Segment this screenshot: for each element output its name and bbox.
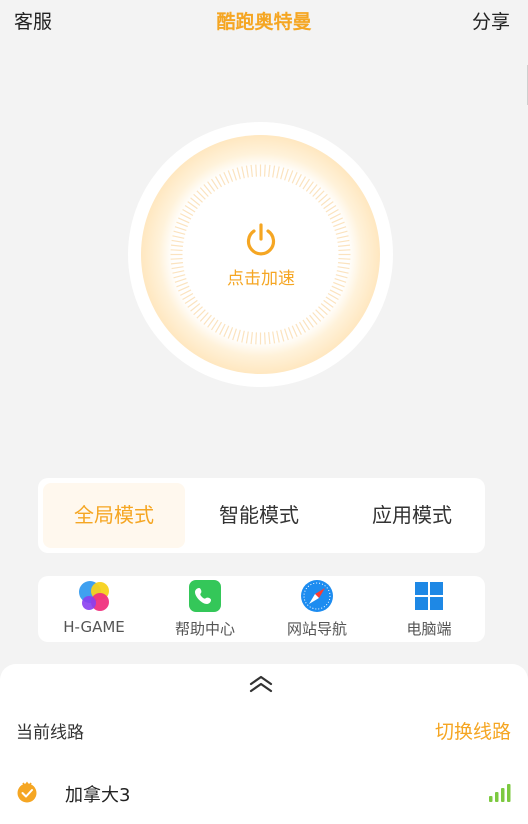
signal-strength-icon [489, 784, 511, 802]
signal-bar [501, 788, 505, 802]
chevron-up-icon[interactable] [247, 674, 275, 694]
power-icon[interactable] [243, 222, 279, 258]
route-selected-icon [17, 781, 37, 803]
route-name[interactable]: 加拿大3 [65, 781, 130, 807]
compass-icon [300, 579, 334, 613]
shortcut-desktop[interactable]: 电脑端 [373, 579, 485, 639]
shortcut-label: 网站导航 [286, 620, 347, 638]
windows-icon [412, 579, 446, 613]
shortcut-label: 电脑端 [406, 620, 452, 638]
boost-label[interactable]: 点击加速 [0, 264, 522, 289]
app-title: 酷跑奥特曼 [216, 11, 312, 33]
share-button[interactable]: 分享 [472, 7, 510, 34]
signal-bar [507, 784, 511, 802]
current-route-label: 当前线路 [16, 723, 84, 743]
mode-global[interactable]: 全局模式 [43, 483, 185, 548]
scroll-indicator [524, 65, 528, 105]
mode-selector: 全局模式 智能模式 应用模式 [38, 478, 485, 553]
shortcut-site-nav[interactable]: 网站导航 [261, 579, 373, 639]
shortcut-bar: H-GAME 帮助中心 网站导航 电脑端 [38, 576, 485, 642]
top-bar: 客服 酷跑奥特曼 分享 [0, 0, 528, 40]
signal-bar [489, 796, 493, 802]
switch-route-button[interactable]: 切换线路 [435, 717, 511, 744]
mode-smart[interactable]: 智能模式 [188, 483, 330, 548]
phone-icon [188, 579, 222, 613]
route-sheet: 当前线路 切换线路 加拿大3 [0, 664, 528, 824]
shortcut-hgame[interactable]: H-GAME [38, 579, 150, 636]
shortcut-help-center[interactable]: 帮助中心 [149, 579, 261, 639]
shortcut-label: 帮助中心 [174, 620, 235, 638]
signal-bar [495, 792, 499, 802]
mode-app[interactable]: 应用模式 [341, 483, 483, 548]
shortcut-label: H-GAME [63, 618, 125, 636]
game-icon [77, 579, 111, 613]
